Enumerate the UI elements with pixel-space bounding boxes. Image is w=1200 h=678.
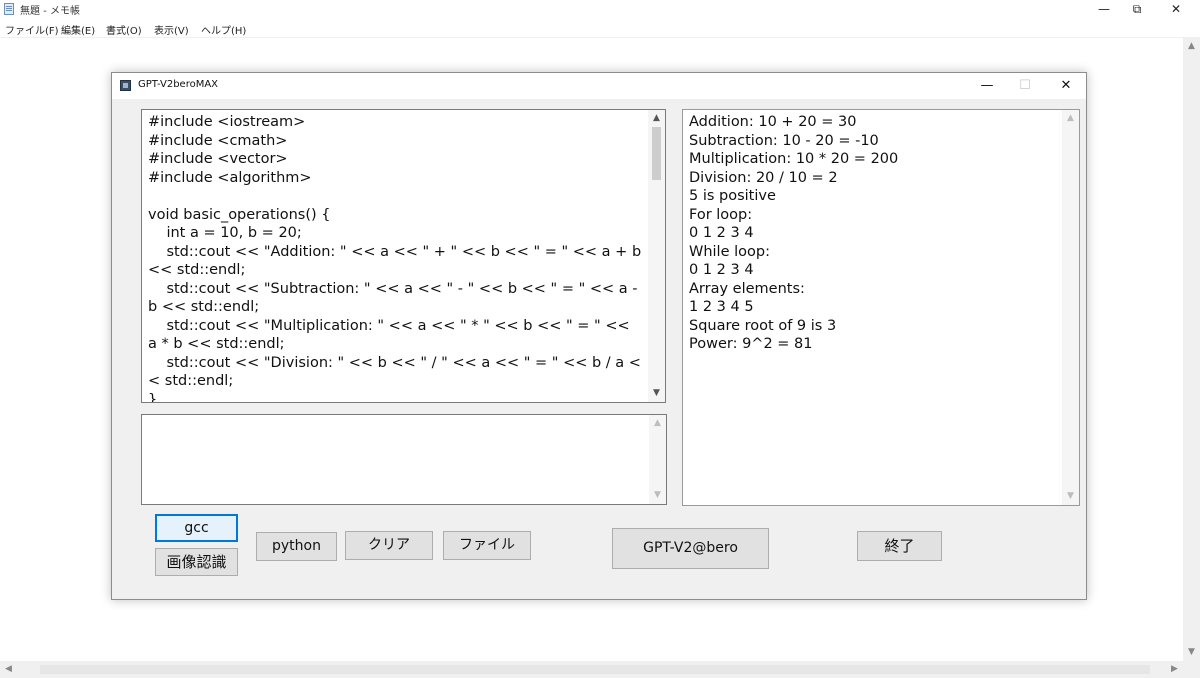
menu-format[interactable]: 書式(O) bbox=[106, 22, 142, 37]
output-line: Array elements: bbox=[689, 280, 805, 297]
notepad-horizontal-thumb[interactable] bbox=[40, 665, 1150, 674]
scroll-down-icon[interactable]: ▼ bbox=[648, 385, 665, 402]
app-window: GPT-V2beroMAX — ☐ ✕ #include <iostream> #… bbox=[111, 72, 1087, 600]
code-line[interactable]: #include <algorithm> bbox=[148, 169, 642, 188]
code-line[interactable]: std::cout << "Division: " << b << " / " … bbox=[148, 354, 642, 391]
menu-view[interactable]: 表示(V) bbox=[154, 22, 189, 37]
output-text: Addition: 10 + 20 = 30 Subtraction: 10 - … bbox=[689, 113, 1059, 354]
output-line: Power: 9^2 = 81 bbox=[689, 336, 813, 352]
output-line: Division: 20 / 10 = 2 bbox=[689, 169, 838, 186]
output-line: Addition: 10 + 20 = 30 bbox=[689, 114, 857, 130]
output-line: While loop: bbox=[689, 243, 770, 260]
code-line[interactable]: #include <vector> bbox=[148, 150, 642, 169]
scroll-up-icon[interactable]: ▲ bbox=[1183, 38, 1200, 55]
exit-button[interactable]: 終了 bbox=[857, 531, 942, 561]
notepad-size-grip bbox=[1183, 661, 1200, 678]
code-editor[interactable]: #include <iostream> #include <cmath> #incl… bbox=[141, 109, 666, 403]
output-line: Square root of 9 is 3 bbox=[689, 317, 837, 334]
gpt-v2-bero-button[interactable]: GPT-V2@bero bbox=[612, 528, 769, 569]
gcc-button[interactable]: gcc bbox=[155, 514, 238, 542]
output-line: Multiplication: 10 * 20 = 200 bbox=[689, 151, 899, 167]
code-editor-scroll-thumb[interactable] bbox=[652, 127, 661, 180]
output-line: 5 is positive bbox=[689, 188, 776, 204]
app-minimize-button[interactable]: — bbox=[967, 73, 1007, 99]
output-line: For loop: bbox=[689, 206, 753, 223]
file-button[interactable]: ファイル bbox=[443, 531, 531, 560]
scroll-right-icon[interactable]: ▶ bbox=[1166, 661, 1183, 678]
code-editor-text[interactable]: #include <iostream> #include <cmath> #incl… bbox=[148, 113, 642, 403]
notepad-vertical-scrollbar[interactable]: ▲ ▼ bbox=[1183, 38, 1200, 661]
python-button[interactable]: python bbox=[256, 532, 337, 561]
scroll-down-icon[interactable]: ▼ bbox=[1183, 644, 1200, 661]
output-line: 0 1 2 3 4 bbox=[689, 262, 754, 278]
code-editor-scrollbar[interactable]: ▲ ▼ bbox=[648, 110, 665, 402]
notepad-horizontal-scrollbar[interactable]: ◀ ▶ bbox=[0, 661, 1183, 678]
code-line[interactable]: void basic_operations() { bbox=[148, 206, 642, 225]
input-textbox[interactable]: ▲ ▼ bbox=[141, 414, 667, 505]
app-close-button[interactable]: ✕ bbox=[1046, 73, 1086, 99]
notepad-titlebar: 無題 - メモ帳 — ⧉ ✕ bbox=[0, 0, 1200, 19]
scroll-down-icon: ▼ bbox=[1067, 491, 1074, 501]
notepad-restore-button[interactable]: ⧉ bbox=[1119, 0, 1155, 19]
app-title: GPT-V2beroMAX bbox=[138, 79, 219, 90]
input-textbox-scrollbar: ▲ ▼ bbox=[649, 415, 666, 504]
code-line[interactable]: std::cout << "Multiplication: " << a << … bbox=[148, 317, 642, 354]
scroll-left-icon[interactable]: ◀ bbox=[0, 661, 17, 678]
code-line[interactable] bbox=[148, 187, 642, 206]
menu-file[interactable]: ファイル(F) bbox=[5, 22, 59, 37]
code-line[interactable]: std::cout << "Addition: " << a << " + " … bbox=[148, 243, 642, 280]
scroll-down-icon: ▼ bbox=[654, 490, 661, 500]
notepad-menubar: ファイル(F) 編集(E) 書式(O) 表示(V) ヘルプ(H) bbox=[0, 20, 1200, 38]
scroll-up-icon[interactable]: ▲ bbox=[648, 110, 665, 127]
notepad-close-button[interactable]: ✕ bbox=[1158, 0, 1194, 19]
image-recognition-button[interactable]: 画像認識 bbox=[155, 548, 238, 576]
code-line[interactable]: int a = 10, b = 20; bbox=[148, 224, 642, 243]
code-line[interactable]: } bbox=[148, 391, 642, 403]
app-maximize-button: ☐ bbox=[1019, 78, 1031, 93]
menu-help[interactable]: ヘルプ(H) bbox=[201, 22, 246, 37]
code-line[interactable]: #include <cmath> bbox=[148, 132, 642, 151]
output-textbox-scrollbar: ▲ ▼ bbox=[1062, 110, 1079, 505]
scroll-up-icon: ▲ bbox=[654, 418, 661, 428]
notepad-minimize-button[interactable]: — bbox=[1086, 0, 1122, 19]
code-line[interactable]: #include <iostream> bbox=[148, 113, 642, 132]
scroll-up-icon: ▲ bbox=[1067, 113, 1074, 123]
clear-button[interactable]: クリア bbox=[345, 531, 433, 560]
notepad-title: 無題 - メモ帳 bbox=[20, 6, 80, 17]
app-titlebar[interactable]: GPT-V2beroMAX — ☐ ✕ bbox=[112, 73, 1086, 99]
notepad-icon bbox=[4, 3, 14, 15]
output-line: Subtraction: 10 - 20 = -10 bbox=[689, 132, 879, 149]
code-line[interactable]: std::cout << "Subtraction: " << a << " -… bbox=[148, 280, 642, 317]
output-line: 0 1 2 3 4 bbox=[689, 225, 754, 241]
output-textbox[interactable]: Addition: 10 + 20 = 30 Subtraction: 10 - … bbox=[682, 109, 1080, 506]
output-line: 1 2 3 4 5 bbox=[689, 299, 754, 315]
menu-edit[interactable]: 編集(E) bbox=[61, 22, 95, 37]
app-icon bbox=[120, 80, 131, 91]
